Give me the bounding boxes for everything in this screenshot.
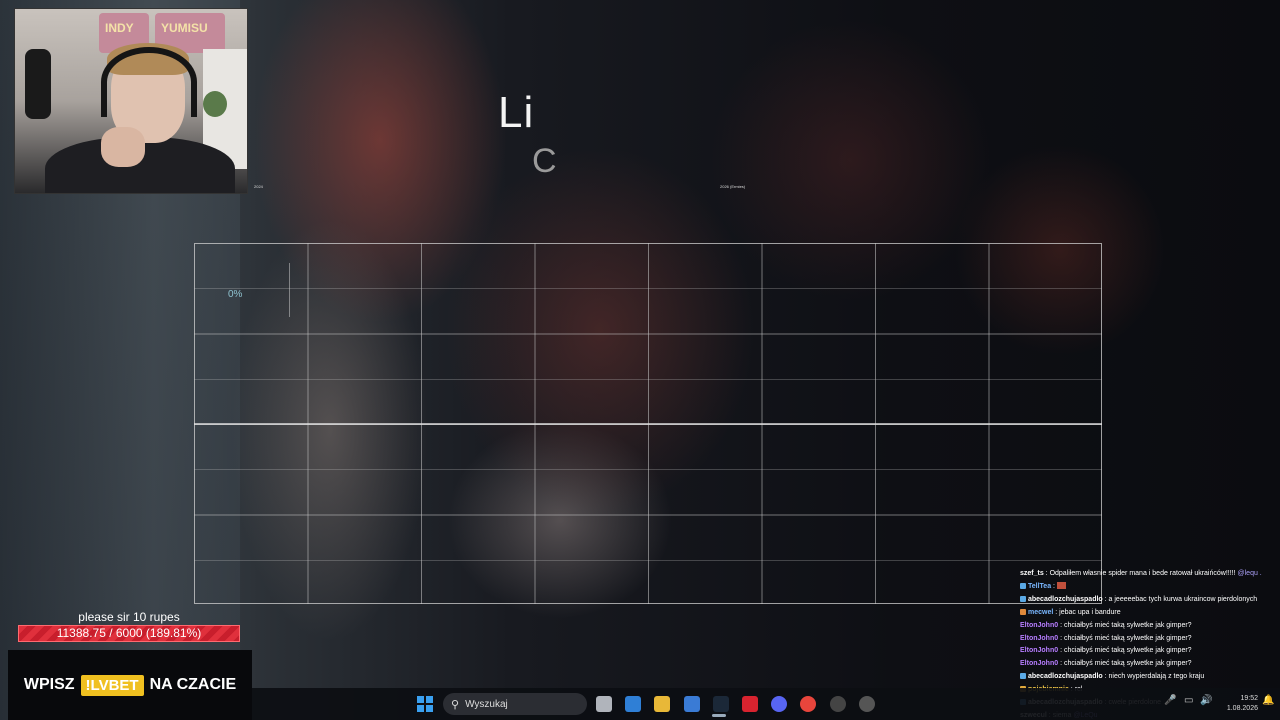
webcam-feed: INDY YUMISU (14, 8, 248, 194)
task-view-icon[interactable] (596, 696, 612, 712)
network-icon[interactable]: ▭ (1184, 695, 1193, 706)
file-explorer-icon[interactable] (654, 696, 670, 712)
chat-username[interactable]: abecadlozchujaspadlo (1028, 673, 1103, 680)
chat-message: EltonJohn0 : chciałbyś mieć taką sylwetk… (1020, 660, 1192, 668)
chat-username[interactable]: EltonJohn0 (1020, 635, 1058, 642)
percent-divider (289, 263, 290, 317)
stage-title: Li (498, 88, 535, 137)
chat-username[interactable]: EltonJohn0 (1020, 660, 1058, 667)
chat-username[interactable]: EltonJohn0 (1020, 647, 1058, 654)
app-red-icon[interactable] (742, 696, 758, 712)
chat-text: chciałbyś mieć taką sylwetke jak gimper? (1063, 621, 1192, 629)
donation-goal-title: please sir 10 rupes (78, 610, 180, 624)
chat-message: abecadlozchujaspadlo : niech wypierdalaj… (1020, 671, 1278, 684)
chat-message: TellTea : (1020, 581, 1278, 594)
grid-midline (194, 423, 1102, 425)
taskbar-search[interactable]: ⚲ Wyszukaj (443, 693, 587, 715)
promo-text-before: WPISZ (23, 676, 75, 693)
chat-username[interactable]: EltonJohn0 (1020, 622, 1058, 629)
windows-start-icon[interactable] (417, 696, 433, 712)
headset (101, 47, 197, 117)
chat-username[interactable]: TellTea (1028, 583, 1051, 590)
chat-text: chciałbyś mieć taką sylwetke jak gimper? (1063, 647, 1192, 655)
webcam-tag-right: 2026 (Ermies) (720, 184, 746, 189)
search-placeholder: Wyszukaj (465, 698, 508, 710)
percent-label: 0% (228, 289, 243, 300)
search-icon: ⚲ (451, 698, 460, 711)
chat-text: niech wypierdalają z tego kraju (1108, 673, 1205, 681)
taskbar (252, 688, 1280, 720)
chat-message: mecwel : jebac upa i bandure (1020, 607, 1278, 620)
active-app-indicator (712, 714, 726, 717)
clock-date: 1.08.2026 (1226, 705, 1258, 712)
chat-message: szef_ts : Odpaliłem własnie spider mana … (1020, 570, 1262, 577)
chat-mention: @lequ . (1237, 570, 1262, 577)
chat-message: abecadlozchujaspadlo : a jeeeeebac tych … (1020, 594, 1278, 607)
chat-badge-icon (1020, 582, 1026, 589)
chat-badge-icon (1020, 673, 1026, 680)
webcam-tag-left: 2024 (254, 184, 263, 189)
chat-text: jebac upa i bandure (1059, 608, 1121, 616)
chat-badge-icon (1020, 595, 1026, 602)
chat-username[interactable]: szef_ts (1020, 570, 1044, 577)
chat-emote-icon (1056, 581, 1066, 589)
chat-message: EltonJohn0 : chciałbyś mieć taką sylwetk… (1020, 647, 1192, 655)
obs-alt-icon[interactable] (859, 696, 875, 712)
notifications-icon[interactable]: 🔔 (1262, 695, 1274, 706)
chat-message: EltonJohn0 : chciałbyś mieć taką sylwetk… (1020, 634, 1192, 642)
clock-time: 19:52 (1240, 695, 1258, 702)
mail-icon[interactable] (625, 696, 641, 712)
chat-username[interactable]: mecwel (1028, 609, 1053, 616)
chat-text: chciałbyś mieć taką sylwetke jak gimper? (1063, 660, 1192, 668)
volume-icon[interactable]: 🔊 (1200, 695, 1212, 706)
discord-icon[interactable] (771, 696, 787, 712)
chat-text: chciałbyś mieć taką sylwetke jak gimper? (1063, 634, 1192, 642)
plant (203, 91, 227, 117)
chat-badge-icon (1020, 608, 1026, 615)
promo-text-after: NA CZACIE (149, 676, 237, 693)
chat-message: EltonJohn0 : chciałbyś mieć taką sylwetk… (1020, 621, 1192, 629)
donation-goal-bar: 11388.75 / 6000 (189.81%) (18, 625, 240, 642)
microphone-icon[interactable]: 🎤 (1164, 695, 1176, 706)
stage-subtitle: C (532, 142, 557, 180)
promo-code: !LVBET (80, 674, 144, 696)
system-clock[interactable]: 19:52 1.08.2026 (1218, 694, 1258, 714)
promo-banner: WPISZ !LVBET NA CZACIE (8, 650, 252, 720)
streamer-hand (101, 127, 145, 167)
donation-goal-progress: 11388.75 / 6000 (189.81%) (56, 626, 202, 640)
store-icon[interactable] (684, 696, 700, 712)
steam-icon[interactable] (713, 696, 729, 712)
chat-username[interactable]: abecadlozchujaspadlo (1028, 596, 1103, 603)
chat-text: a jeeeeebac tych kurwa ukraincow pierdol… (1108, 595, 1258, 603)
obs-icon[interactable] (830, 696, 846, 712)
chat-text: Odpaliłem własnie spider mana i bede rat… (1049, 570, 1238, 577)
chrome-icon[interactable] (800, 696, 816, 712)
microphone (25, 49, 51, 119)
